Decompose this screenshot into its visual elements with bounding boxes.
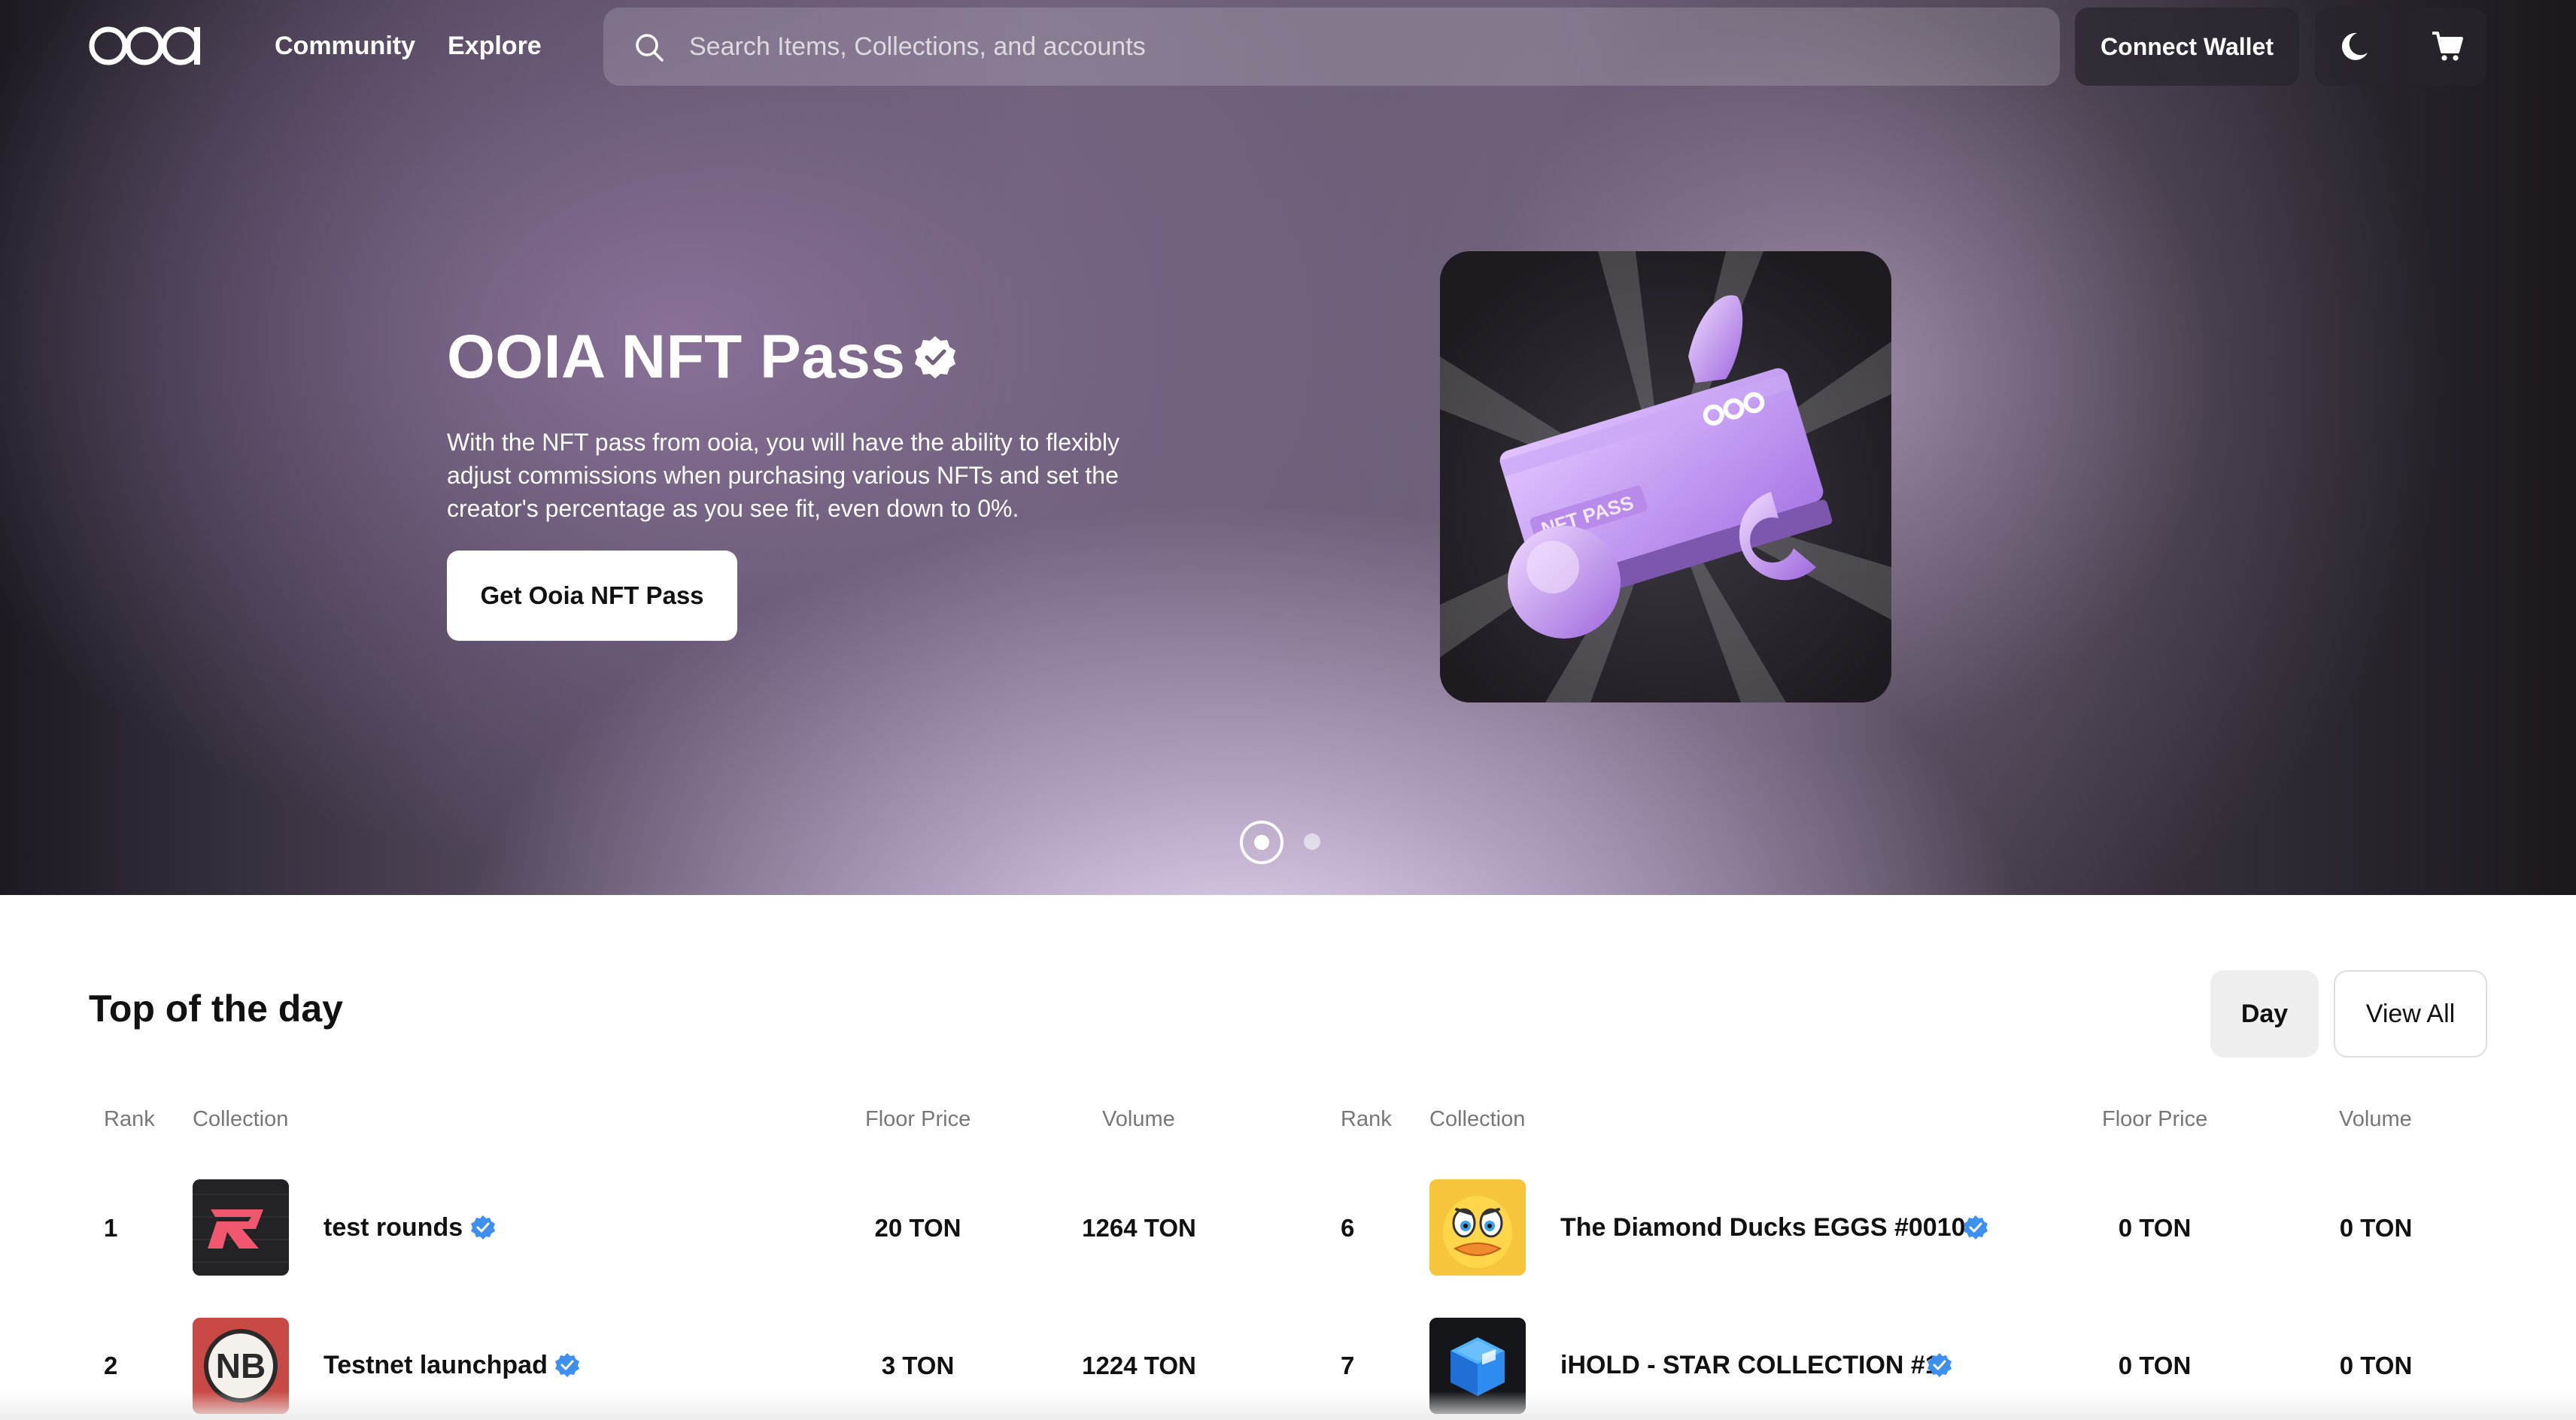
collection-name[interactable]: The Diamond Ducks EGGS #0010 [1560, 1213, 1966, 1242]
row-rank: 6 [1341, 1214, 1355, 1242]
verified-icon [1927, 1353, 1952, 1377]
carousel-dot-2[interactable] [1304, 833, 1320, 850]
nft-pass-image: NFT PASS [1440, 251, 1891, 702]
nav-explore[interactable]: Explore [448, 32, 542, 61]
column-rank: Rank [104, 1107, 155, 1131]
section-title: Top of the day [89, 988, 343, 1030]
cart-icon [2432, 32, 2463, 61]
top-header: Community Explore Connect Wallet [0, 0, 2576, 93]
connect-wallet-button[interactable]: Connect Wallet [2075, 8, 2299, 86]
column-collection: Collection [193, 1107, 289, 1131]
moon-icon [2341, 32, 2368, 60]
period-day-button[interactable]: Day [2210, 970, 2319, 1057]
hero-title: OOIA NFT Pass [447, 323, 906, 391]
collection-thumbnail[interactable] [1429, 1179, 1526, 1276]
volume: 0 TON [2339, 1214, 2413, 1242]
row-rank: 7 [1341, 1352, 1355, 1379]
hero-description: With the NFT pass from ooia, you will ha… [447, 429, 1119, 522]
floor-price: 0 TON [2118, 1214, 2192, 1242]
row-rank: 1 [104, 1214, 118, 1242]
collection-name[interactable]: Testnet launchpad [324, 1351, 548, 1380]
search-icon [636, 34, 664, 62]
collection-thumbnail[interactable] [193, 1179, 289, 1276]
collection-name[interactable]: test rounds [324, 1213, 463, 1242]
nav-community[interactable]: Community [275, 32, 415, 61]
svg-text:NB: NB [216, 1346, 266, 1385]
ooia-logo[interactable] [89, 23, 211, 69]
nft-pass-artwork[interactable]: NFT PASS [1440, 251, 1891, 702]
verified-icon [555, 1353, 579, 1377]
search-input[interactable] [689, 8, 2028, 86]
verified-icon [1964, 1215, 1988, 1239]
get-nft-pass-button[interactable]: Get Ooia NFT Pass [447, 551, 737, 641]
row-rank: 2 [104, 1352, 118, 1379]
floor-price: 3 TON [881, 1352, 955, 1379]
floor-price: 0 TON [2118, 1352, 2192, 1379]
cart-button[interactable] [2408, 8, 2486, 86]
volume: 1264 TON [1082, 1214, 1196, 1242]
hero-banner: Community Explore Connect Wallet OOIA NF… [0, 0, 2576, 895]
diamond-ducks-logo [1429, 1179, 1526, 1276]
verified-badge-icon [915, 336, 955, 378]
volume: 1224 TON [1082, 1352, 1196, 1379]
floor-price: 20 TON [874, 1214, 961, 1242]
verified-icon [471, 1215, 495, 1239]
search-bar[interactable] [603, 8, 2060, 86]
column-volume: Volume [2339, 1107, 2412, 1131]
volume: 0 TON [2339, 1352, 2413, 1379]
column-floor-price: Floor Price [2102, 1107, 2208, 1131]
scroll-fade [0, 1391, 2576, 1420]
column-floor-price: Floor Price [865, 1107, 971, 1131]
theme-toggle-button[interactable] [2315, 8, 2393, 86]
column-collection: Collection [1429, 1107, 1526, 1131]
view-all-button[interactable]: View All [2334, 970, 2487, 1057]
column-volume: Volume [1102, 1107, 1175, 1131]
column-rank: Rank [1341, 1107, 1392, 1131]
carousel-dot-1[interactable] [1240, 821, 1283, 864]
collection-name[interactable]: iHOLD - STAR COLLECTION #1 [1560, 1351, 1940, 1380]
test-rounds-logo [193, 1179, 289, 1276]
